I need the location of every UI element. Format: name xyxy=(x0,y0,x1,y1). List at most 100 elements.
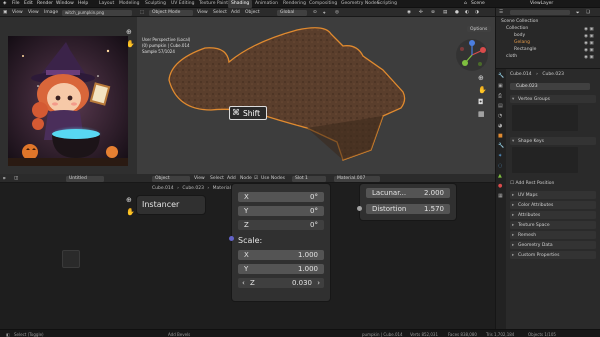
menu-node[interactable]: Node xyxy=(240,176,252,181)
outliner-type-icon[interactable]: ☰ xyxy=(499,10,503,15)
modifier-tab-icon[interactable]: 🔧 xyxy=(498,143,504,149)
object-tab-icon[interactable]: ■ xyxy=(498,133,503,139)
zoom-icon-nodes[interactable]: ⊕ xyxy=(126,196,132,204)
menu-help[interactable]: Help xyxy=(78,1,88,6)
tab-texture-paint[interactable]: Texture Paint xyxy=(196,0,231,8)
tab-shading[interactable]: Shading xyxy=(228,0,253,8)
menu-select-nodes[interactable]: Select xyxy=(210,176,224,181)
menu-render[interactable]: Render xyxy=(37,1,53,6)
navigation-gizmo[interactable] xyxy=(455,38,489,72)
panel-uv-maps[interactable]: ▸ UV Maps xyxy=(510,191,596,199)
blender-logo-icon[interactable]: ◈ xyxy=(3,1,6,6)
3d-viewport[interactable]: ⬚ Object Mode View Select Add Object Glo… xyxy=(137,8,495,174)
hand-pan-icon-nodes[interactable]: ✋ xyxy=(126,208,135,216)
mesh-data-name-field[interactable]: Cube.023 xyxy=(510,83,590,90)
menu-view-2[interactable]: View xyxy=(28,10,39,15)
scale-x-field[interactable]: X 1.000 xyxy=(238,250,324,260)
rotation-y-field[interactable]: Y 0° xyxy=(238,206,324,216)
menu-image[interactable]: Image xyxy=(44,10,58,15)
tab-sculpting[interactable]: Sculpting xyxy=(142,0,169,8)
scene-collection-row[interactable]: Scene Collection xyxy=(501,19,538,24)
use-nodes-checkbox[interactable]: ☑ xyxy=(254,176,258,181)
camera-icon[interactable]: ◘ xyxy=(478,98,484,106)
image-selector[interactable]: witch_pumpkin.png xyxy=(62,9,132,16)
shape-keys-list[interactable] xyxy=(512,147,578,173)
collection-row[interactable]: Collection xyxy=(506,26,528,31)
object-mode-dropdown[interactable]: Object xyxy=(152,175,190,182)
proportional-edit-icon[interactable]: ◎ xyxy=(335,10,339,15)
zoom-icon[interactable]: ⊕ xyxy=(126,28,132,36)
data-tab-icon[interactable]: ▲ xyxy=(498,173,502,179)
tab-layout[interactable]: Layout xyxy=(96,0,117,8)
material-selector[interactable]: Material.007 xyxy=(334,175,380,182)
shading-rendered-icon[interactable]: ◑ xyxy=(475,10,479,15)
rotation-z-field[interactable]: Z 0° xyxy=(238,220,324,230)
snap-icon[interactable]: ⌖ xyxy=(323,10,326,16)
rotation-x-field[interactable]: X 0° xyxy=(238,192,324,202)
view-layer-tab-icon[interactable]: ▤ xyxy=(498,103,503,109)
outliner-item-body[interactable]: body xyxy=(514,33,525,38)
distortion-field[interactable]: Distortion 1.570 xyxy=(366,204,450,214)
panel-shape-keys[interactable]: ▾ Shape Keys xyxy=(510,137,596,145)
panel-remesh[interactable]: ▸ Remesh xyxy=(510,231,596,239)
mapping-node[interactable]: X 0° Y 0° Z 0° Scale: X 1.000 Y 1.000 ‹ xyxy=(232,184,330,301)
context-mesh[interactable]: Cube.023 xyxy=(542,72,564,77)
pivot-icon[interactable]: ⊙ xyxy=(313,10,317,15)
new-collection-icon[interactable]: ❏ xyxy=(586,10,590,15)
panel-attributes[interactable]: ▸ Attributes xyxy=(510,211,596,219)
physics-tab-icon[interactable]: ◌ xyxy=(498,163,502,169)
menu-view-viewport[interactable]: View xyxy=(197,10,208,15)
editor-type-icon-nodes[interactable]: ⌗ xyxy=(3,176,6,182)
scene-name[interactable]: Scene xyxy=(471,1,485,6)
texture-tab-icon[interactable]: ▦ xyxy=(498,193,503,199)
menu-window[interactable]: Window xyxy=(56,1,74,6)
outliner-item-rectangle[interactable]: Rectangle xyxy=(514,47,536,52)
outliner-item-cloth[interactable]: cloth xyxy=(506,54,517,59)
panel-texture-space[interactable]: ▸ Texture Space xyxy=(510,221,596,229)
vertex-groups-list[interactable] xyxy=(512,105,578,131)
noise-texture-node[interactable]: Lacunar... 2.000 Distortion 1.570 xyxy=(360,184,456,220)
tab-modeling[interactable]: Modeling xyxy=(116,0,142,8)
texture-coordinate-node[interactable]: Instancer xyxy=(137,196,205,214)
menu-object[interactable]: Object xyxy=(245,10,260,15)
lacunarity-field[interactable]: Lacunar... 2.000 xyxy=(366,188,450,198)
editor-name-field[interactable]: Untitled xyxy=(66,175,104,182)
tab-uv-editing[interactable]: UV Editing xyxy=(168,0,197,8)
menu-select[interactable]: Select xyxy=(213,10,227,15)
overlays-icon[interactable]: ⊚ xyxy=(431,10,435,15)
scene-tab-icon[interactable]: ◔ xyxy=(498,113,502,119)
menu-add-nodes[interactable]: Add xyxy=(227,176,236,181)
menu-view[interactable]: View xyxy=(12,10,23,15)
output-tab-icon[interactable]: ⎙ xyxy=(498,93,502,99)
slot-dropdown[interactable]: Slot 1 xyxy=(292,175,326,182)
tab-rendering[interactable]: Rendering xyxy=(280,0,309,8)
options-button[interactable]: Options xyxy=(467,26,491,32)
gizmo-icon[interactable]: ✣ xyxy=(419,10,423,15)
scale-y-field[interactable]: Y 1.000 xyxy=(238,264,324,274)
transform-orientation[interactable]: Global xyxy=(277,9,307,16)
panel-vertex-groups[interactable]: ▾ Vertex Groups xyxy=(510,95,596,103)
scale-z-field[interactable]: ‹ Z 0.030 › xyxy=(238,278,324,288)
xray-icon[interactable]: ▤ xyxy=(443,10,447,15)
panel-geometry-data[interactable]: ▸ Geometry Data xyxy=(510,241,596,249)
add-rest-position-checkbox[interactable]: ☐ Add Rest Position xyxy=(510,181,554,186)
editor-type-icon-viewport[interactable]: ⬚ xyxy=(140,10,144,15)
menu-add[interactable]: Add xyxy=(231,10,240,15)
tab-animation[interactable]: Animation xyxy=(252,0,281,8)
tab-compositing[interactable]: Compositing xyxy=(306,0,340,8)
tool-tab-icon[interactable]: 🔧 xyxy=(498,73,504,79)
menu-view-nodes[interactable]: View xyxy=(194,176,205,181)
distortion-input-socket[interactable] xyxy=(357,206,362,211)
world-tab-icon[interactable]: ◕ xyxy=(498,123,502,129)
menu-file[interactable]: File xyxy=(12,1,20,6)
visibility-icon[interactable]: ◉ xyxy=(407,10,411,15)
outliner-item-gelang[interactable]: Gelang xyxy=(514,40,530,45)
filter-icon[interactable]: ⏷ xyxy=(576,10,580,16)
grid-icon[interactable]: ▦ xyxy=(478,110,485,118)
view-layer-name[interactable]: ViewLayer xyxy=(530,1,553,6)
editor-type-icon[interactable]: ▣ xyxy=(3,10,7,15)
panel-custom-properties[interactable]: ▸ Custom Properties xyxy=(510,251,596,259)
tab-scripting[interactable]: Scripting xyxy=(374,0,400,8)
breadcrumb-mesh[interactable]: Cube.023 xyxy=(182,186,204,191)
outliner-search[interactable] xyxy=(510,10,570,15)
